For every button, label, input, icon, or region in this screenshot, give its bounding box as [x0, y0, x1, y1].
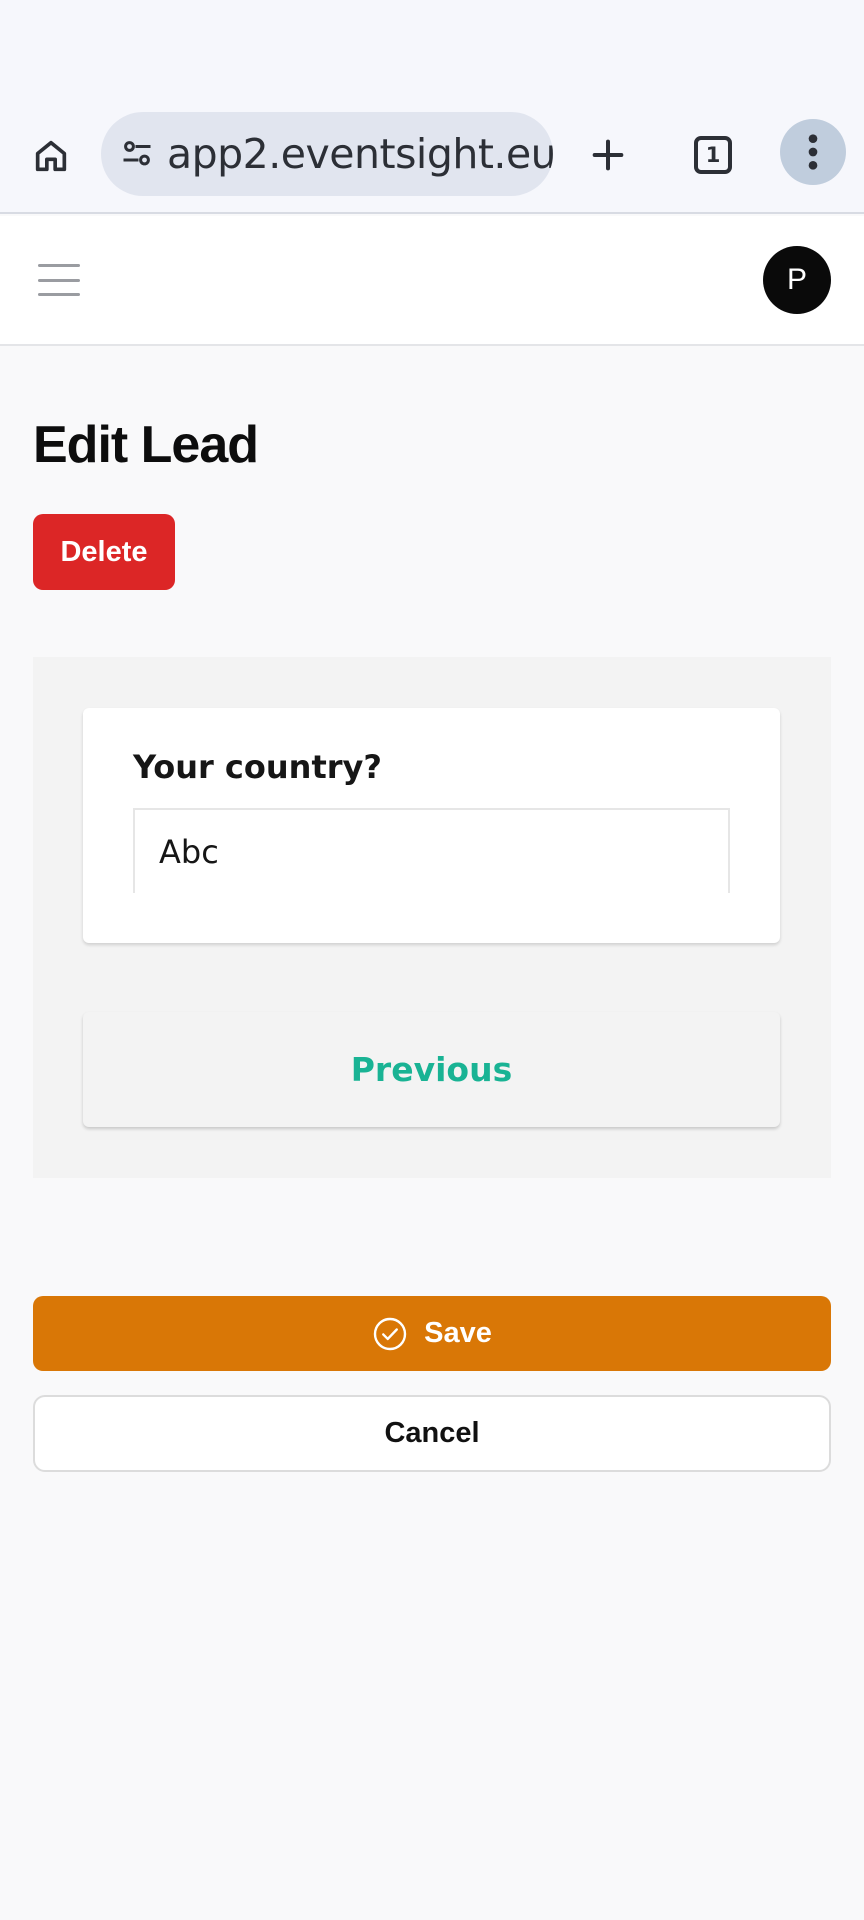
app-header: P — [0, 216, 864, 346]
question-card: Your country? — [83, 708, 780, 943]
hamburger-menu-icon[interactable] — [38, 264, 80, 296]
site-settings-icon[interactable] — [117, 134, 157, 174]
save-button[interactable]: Save — [33, 1296, 831, 1371]
new-tab-plus-icon[interactable] — [580, 127, 636, 183]
home-icon[interactable] — [26, 131, 76, 181]
country-input[interactable] — [133, 808, 730, 893]
tab-switcher-icon[interactable]: 1 — [685, 127, 741, 183]
question-label: Your country? — [133, 748, 382, 786]
delete-button[interactable]: Delete — [33, 514, 175, 590]
browser-toolbar: app2.eventsight.eu 1 — [0, 104, 864, 214]
url-text: app2.eventsight.eu — [167, 130, 553, 178]
cancel-button[interactable]: Cancel — [33, 1395, 831, 1472]
page-title: Edit Lead — [33, 416, 259, 474]
more-menu-icon[interactable] — [780, 119, 846, 185]
address-bar[interactable]: app2.eventsight.eu — [101, 112, 553, 196]
tab-count: 1 — [694, 136, 732, 174]
previous-button[interactable]: Previous — [83, 1012, 780, 1127]
check-circle-icon — [372, 1316, 408, 1352]
save-label: Save — [424, 1317, 492, 1349]
survey-container: Your country? Previous — [33, 657, 831, 1178]
status-bar-area — [0, 0, 864, 104]
avatar[interactable]: P — [763, 246, 831, 314]
